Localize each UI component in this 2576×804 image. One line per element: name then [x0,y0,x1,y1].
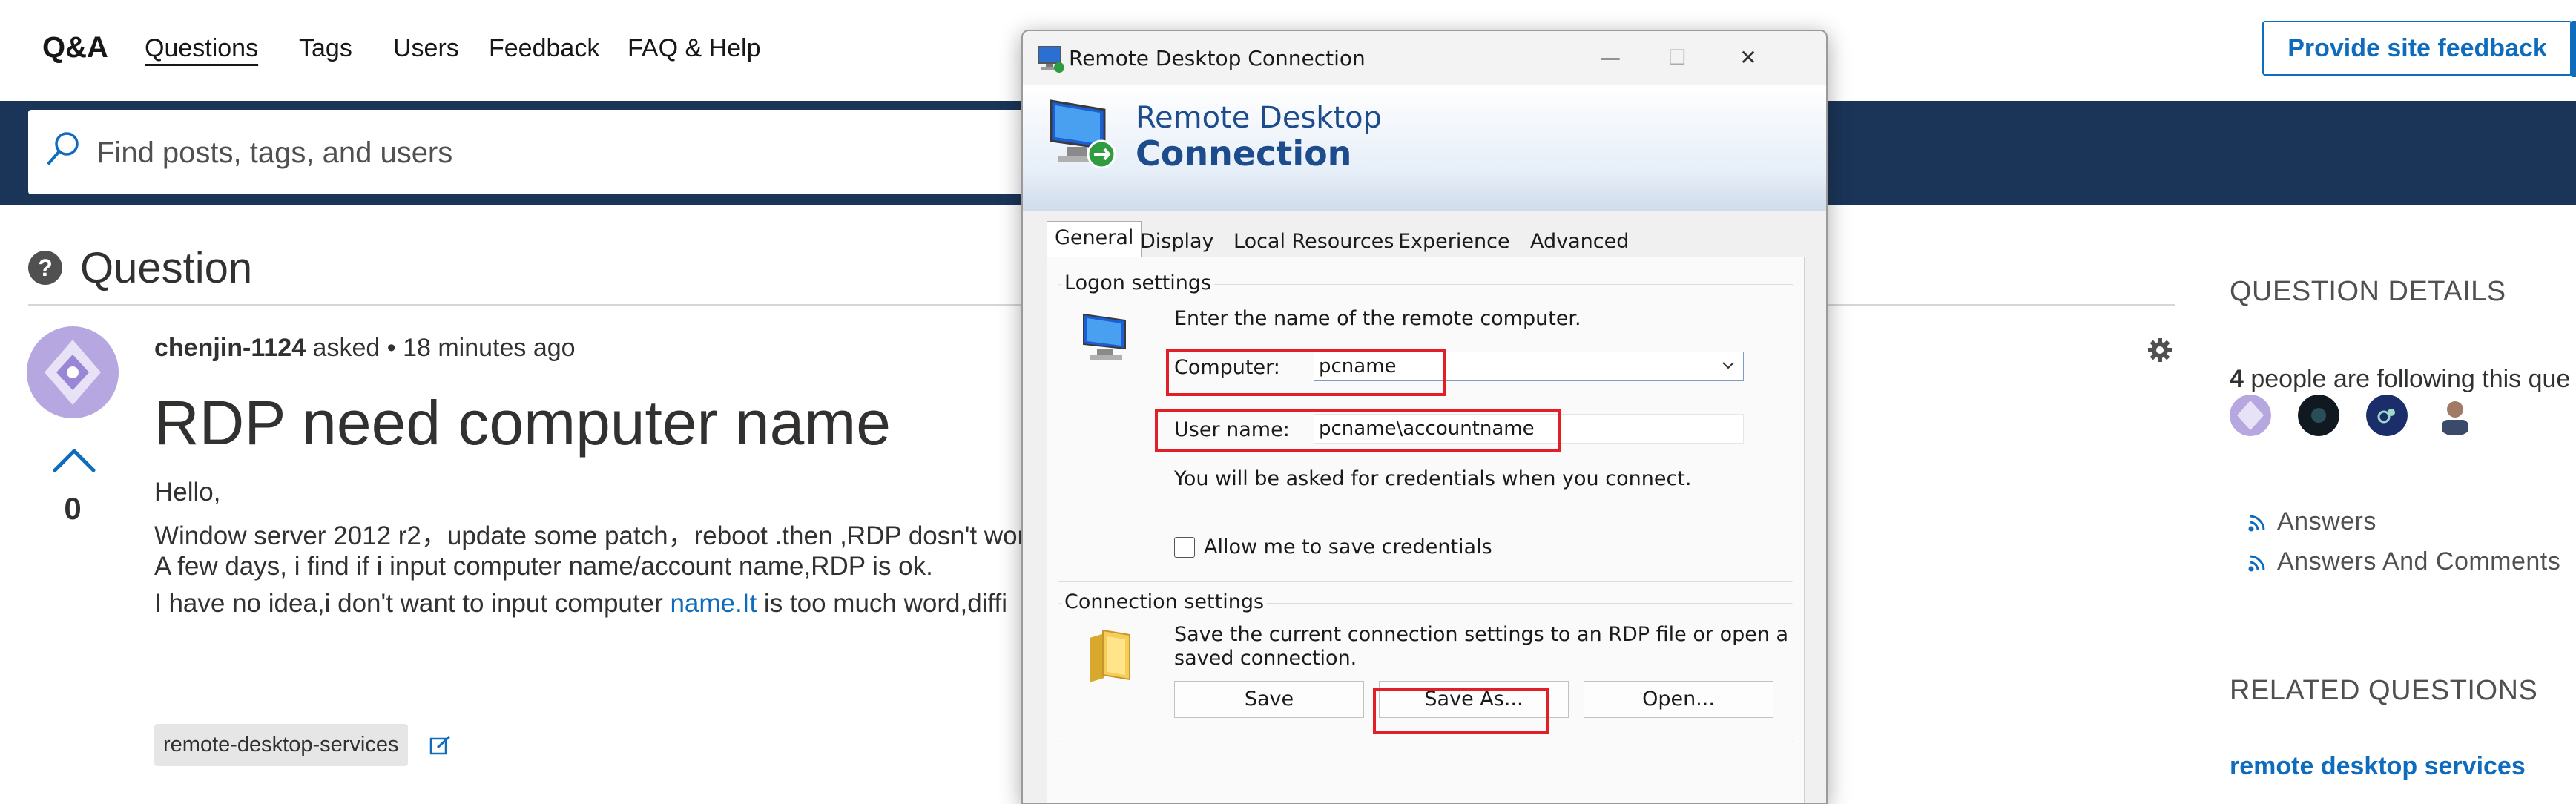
question-meta: chenjin-1124 asked • 18 minutes ago [154,334,576,363]
rss-answers-label: Answers [2277,507,2376,536]
search-box[interactable]: Find posts, tags, and users [28,110,1052,194]
followers-text: 4 people are following this que [2230,365,2570,394]
tab-display[interactable]: Display [1140,225,1214,257]
connection-description-line2: saved connection. [1174,647,1357,670]
folder-icon [1090,629,1130,682]
site-brand[interactable]: Q&A [42,31,108,65]
highlight-save-as-button [1373,688,1549,734]
banner-title-line2: Connection [1136,134,1352,174]
related-questions-heading: RELATED QUESTIONS [2230,675,2538,706]
follower-avatar[interactable] [2298,395,2339,436]
connection-settings-label: Connection settings [1061,590,1268,613]
edit-tags-icon[interactable] [429,734,452,757]
banner-title-line1: Remote Desktop [1136,101,1383,135]
gear-icon[interactable] [2147,337,2173,363]
question-body-line: A few days, i find if i input computer n… [154,552,933,581]
open-button[interactable]: Open... [1584,681,1773,718]
logon-instruction: Enter the name of the remote computer. [1174,307,1581,330]
rss-answers[interactable]: Answers [2247,507,2376,536]
follower-avatar[interactable] [2230,395,2271,436]
highlight-computer-field [1166,349,1446,396]
follower-avatar[interactable] [2366,395,2408,436]
author-name[interactable]: chenjin-1124 [154,334,306,362]
nav-faq-help[interactable]: FAQ & Help [627,34,761,63]
search-icon [47,132,79,165]
monitor-icon [1050,99,1116,169]
tab-experience[interactable]: Experience [1398,225,1510,257]
author-avatar[interactable] [27,326,119,418]
body-text: I have no idea,i don't want to input com… [154,589,671,618]
question-tag[interactable]: remote-desktop-services [154,724,408,766]
dialog-titlebar[interactable]: Remote Desktop Connection — ☐ ✕ [1023,31,1826,85]
computer-icon [1083,313,1126,360]
body-text-tail: is too much word,diffi [757,589,1008,618]
tab-local-resources[interactable]: Local Resources [1233,225,1394,257]
section-title: Question [80,244,253,292]
credentials-note: You will be asked for credentials when y… [1174,467,1692,490]
rss-icon [2248,515,2265,532]
highlight-username-field [1155,409,1561,452]
save-credentials-label[interactable]: Allow me to save credentials [1204,536,1492,558]
dialog-title: Remote Desktop Connection [1069,46,1366,70]
remote-desktop-app-icon [1038,46,1064,73]
tab-general[interactable]: General [1047,221,1142,257]
minimize-button[interactable]: — [1588,42,1633,74]
question-body-line: Hello, [154,478,221,507]
maximize-button[interactable]: ☐ [1655,42,1699,74]
chevron-down-icon[interactable] [1719,354,1737,378]
vote-count: 0 [64,491,82,526]
followers-count: 4 [2230,365,2244,393]
tab-advanced[interactable]: Advanced [1530,225,1629,257]
body-link[interactable]: name.It [670,589,757,618]
related-question-link[interactable]: remote desktop services [2230,752,2526,781]
question-title: RDP need computer name [154,388,891,458]
close-button[interactable]: ✕ [1726,42,1770,74]
asked-time: asked • 18 minutes ago [306,334,576,362]
follower-avatar[interactable] [2434,395,2476,436]
save-button[interactable]: Save [1174,681,1364,718]
connection-description-line1: Save the current connection settings to … [1174,623,1789,646]
logon-settings-label: Logon settings [1061,271,1215,294]
header-edge-button[interactable] [2570,21,2576,77]
question-icon: ? [28,251,62,285]
save-credentials-checkbox[interactable] [1174,537,1195,558]
rss-answers-comments-label: Answers And Comments [2277,547,2561,576]
nav-tags[interactable]: Tags [299,34,352,63]
question-body-line: Window server 2012 r2，update some patch，… [154,521,1027,550]
provide-feedback-button[interactable]: Provide site feedback [2262,21,2572,76]
dialog-banner: Remote Desktop Connection [1023,85,1826,211]
nav-feedback[interactable]: Feedback [489,34,599,63]
search-input[interactable]: Find posts, tags, and users [96,136,452,170]
upvote-icon[interactable] [50,445,98,475]
nav-users[interactable]: Users [393,34,459,63]
followers-label: people are following this que [2243,365,2571,393]
question-body-line: I have no idea,i don't want to input com… [154,589,1007,619]
nav-questions[interactable]: Questions [145,34,258,63]
rss-icon [2248,555,2265,572]
rss-answers-comments[interactable]: Answers And Comments [2247,547,2560,576]
question-details-heading: QUESTION DETAILS [2230,276,2506,307]
